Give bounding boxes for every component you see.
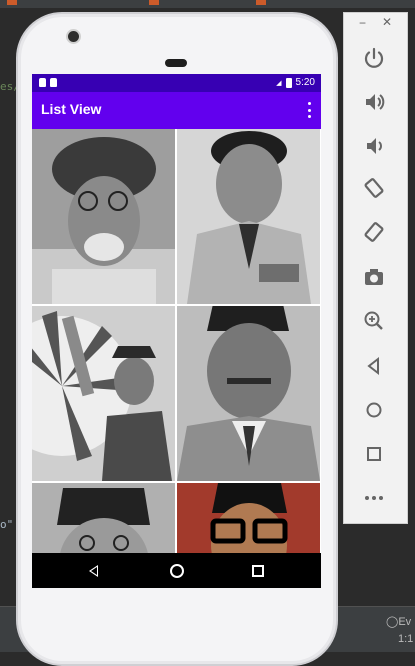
more-button[interactable] <box>361 485 387 511</box>
portrait-image <box>32 129 175 304</box>
ide-tab-marker <box>149 0 159 5</box>
screenshot-button[interactable] <box>361 264 387 290</box>
grid-item-photo-4[interactable] <box>177 306 320 481</box>
grid-item-photo-3[interactable] <box>32 306 175 481</box>
overflow-menu-icon[interactable] <box>308 102 312 118</box>
device-screen: ◢ 5:20 List View <box>32 74 321 588</box>
home-icon[interactable] <box>170 564 184 578</box>
recent-apps-icon[interactable] <box>252 565 264 577</box>
volume-down-button[interactable] <box>361 133 387 159</box>
rotate-left-icon <box>364 178 384 198</box>
home-button[interactable] <box>361 397 387 423</box>
ide-tab-marker <box>256 0 266 5</box>
grid-item-photo-1[interactable] <box>32 129 175 304</box>
grid-item-photo-5[interactable] <box>32 483 175 553</box>
overview-button[interactable] <box>361 441 387 467</box>
volume-down-icon <box>367 138 382 154</box>
ide-top-bar <box>0 0 415 8</box>
camera-icon <box>365 269 383 285</box>
front-camera <box>68 31 79 42</box>
back-icon[interactable] <box>89 565 98 577</box>
grid-item-photo-6[interactable] <box>177 483 320 553</box>
android-icon <box>50 78 57 87</box>
emulator-toolbar: − ✕ <box>343 12 408 524</box>
ide-cursor-position: 1:1 <box>398 633 414 645</box>
zoom-in-icon <box>364 311 383 330</box>
battery-icon <box>285 77 292 88</box>
portrait-image <box>177 483 320 553</box>
volume-up-icon <box>366 94 385 110</box>
app-title: List View <box>41 101 102 117</box>
close-button[interactable]: ✕ <box>382 15 392 29</box>
search-icon: ◯ <box>386 616 399 628</box>
status-time: 5:20 <box>295 77 315 88</box>
portrait-image <box>32 306 175 481</box>
back-button[interactable] <box>361 353 387 379</box>
ide-event-log[interactable]: ◯Ev <box>386 615 411 628</box>
image-grid[interactable] <box>32 129 321 553</box>
app-bar: List View <box>32 92 321 129</box>
phone-frame: ◢ 5:20 List View <box>16 12 338 666</box>
ide-tab-marker <box>7 0 17 5</box>
signal-icon: ◢ <box>276 79 282 87</box>
rotate-left-button[interactable] <box>361 175 387 201</box>
power-icon <box>364 47 384 68</box>
grid-item-photo-2[interactable] <box>177 129 320 304</box>
navigation-bar <box>32 553 321 588</box>
overview-icon <box>367 447 381 461</box>
volume-up-button[interactable] <box>361 89 387 115</box>
more-horizontal-icon <box>365 496 383 500</box>
status-bar: ◢ 5:20 <box>32 74 321 92</box>
portrait-image <box>32 483 175 553</box>
power-button[interactable] <box>361 45 387 71</box>
rotate-right-button[interactable] <box>361 219 387 245</box>
earpiece-speaker <box>165 59 187 67</box>
rotate-right-icon <box>364 222 384 242</box>
home-icon <box>366 402 382 418</box>
sd-card-icon <box>39 78 46 87</box>
portrait-image <box>177 129 320 304</box>
portrait-image <box>177 306 320 481</box>
back-icon <box>367 356 379 376</box>
ide-code-fragment: o" <box>0 518 14 531</box>
minimize-button[interactable]: − <box>359 16 366 30</box>
zoom-button[interactable] <box>361 308 387 334</box>
